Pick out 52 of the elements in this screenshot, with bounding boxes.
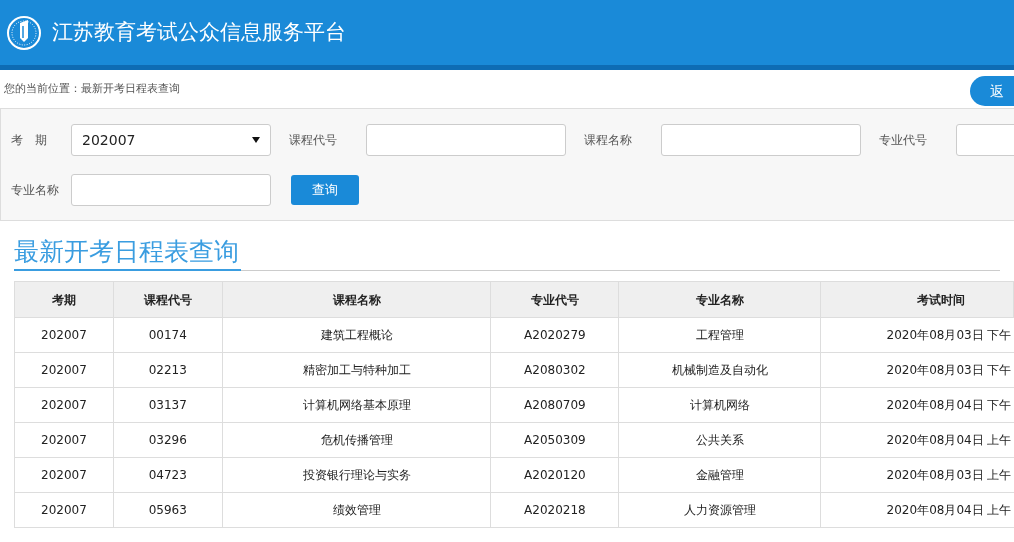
table-cell: 计算机网络	[618, 387, 821, 423]
table-cell: 202007	[14, 457, 114, 493]
filter-label: 课程名称	[584, 132, 633, 149]
column-header: 考试时间	[820, 281, 1014, 318]
table-cell: A2050309	[490, 422, 619, 458]
text-field[interactable]	[366, 124, 566, 156]
table-cell: 机械制造及自动化	[618, 352, 821, 388]
table-cell: 金融管理	[618, 457, 821, 493]
table-cell: 03137	[113, 387, 223, 423]
table-cell: A2020279	[490, 317, 619, 353]
filter-label: 考 期	[11, 132, 48, 149]
table-cell: 人力资源管理	[618, 492, 821, 528]
site-title: 江苏教育考试公众信息服务平台	[52, 18, 346, 46]
table-cell: 投资银行理论与实务	[222, 457, 491, 493]
table-cell: 202007	[14, 387, 114, 423]
column-header: 专业代号	[490, 281, 619, 318]
section-title: 最新开考日程表查询	[14, 235, 241, 271]
table-cell: A2080302	[490, 352, 619, 388]
column-header: 考期	[14, 281, 114, 318]
table-cell: 04723	[113, 457, 223, 493]
table-cell: 202007	[14, 317, 114, 353]
filter-label: 专业名称	[11, 182, 60, 199]
breadcrumb: 您的当前位置：最新开考日程表查询	[3, 80, 180, 97]
emblem-icon	[6, 14, 42, 51]
table-cell: A2020218	[490, 492, 619, 528]
column-header: 课程名称	[222, 281, 491, 318]
filter-label: 专业代号	[879, 132, 928, 149]
text-field[interactable]	[661, 124, 861, 156]
table-cell: 工程管理	[618, 317, 821, 353]
table-cell: 危机传播管理	[222, 422, 491, 458]
filter-label: 课程代号	[289, 132, 338, 149]
text-field[interactable]	[71, 174, 271, 206]
table-cell: 计算机网络基本原理	[222, 387, 491, 423]
table-cell: A2020120	[490, 457, 619, 493]
term-select[interactable]: 202007	[71, 124, 271, 156]
table-cell: 00174	[113, 317, 223, 353]
table-cell: A2080709	[490, 387, 619, 423]
table-cell: 绩效管理	[222, 492, 491, 528]
table-cell: 建筑工程概论	[222, 317, 491, 353]
table-cell: 202007	[14, 422, 114, 458]
column-header: 课程代号	[113, 281, 223, 318]
table-cell: 03296	[113, 422, 223, 458]
caret-icon	[252, 137, 260, 143]
table-cell: 202007	[14, 492, 114, 528]
search-button[interactable]: 查询	[291, 175, 359, 205]
column-header: 专业名称	[618, 281, 821, 318]
table-cell: 202007	[14, 352, 114, 388]
back-button[interactable]: 返	[970, 76, 1014, 106]
table-cell: 05963	[113, 492, 223, 528]
table-cell: 02213	[113, 352, 223, 388]
table-cell: 精密加工与特种加工	[222, 352, 491, 388]
table-cell: 公共关系	[618, 422, 821, 458]
